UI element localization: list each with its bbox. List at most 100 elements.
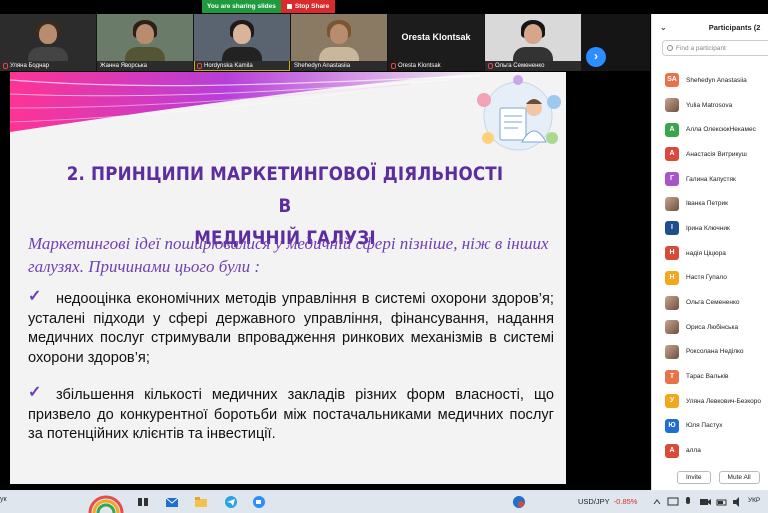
participant-name: Shehedyn Anastasiia bbox=[686, 76, 747, 84]
participant-avatar: Т bbox=[665, 369, 679, 384]
video-tile-name: Жанна Яворська bbox=[100, 63, 147, 69]
participant-avatar-photo bbox=[665, 344, 679, 359]
volume-icon[interactable] bbox=[731, 495, 745, 509]
participant-video bbox=[485, 14, 581, 61]
participant-name: Уляна Левкович-Безкоро bbox=[686, 397, 761, 405]
checkmark-icon: ✓ bbox=[28, 384, 42, 401]
participant-name: Yulia Matrosova bbox=[686, 101, 733, 109]
stock-ticker[interactable]: USD/JPY -0.85% bbox=[578, 497, 637, 506]
video-tile-name: Hordynska Kamila bbox=[194, 61, 290, 71]
participant-avatar: SA bbox=[665, 73, 679, 88]
participants-footer: Invite Mute All bbox=[652, 464, 768, 490]
collapse-chevron-icon[interactable]: ⌄ bbox=[660, 23, 667, 32]
participant-row[interactable]: А Анастасія Витрикуш bbox=[652, 142, 768, 167]
participant-row[interactable]: Ннадія Ціцюра bbox=[652, 241, 768, 266]
muted-mic-icon bbox=[488, 63, 493, 69]
participant-row[interactable]: Іванка Петрик bbox=[652, 191, 768, 216]
participant-avatar: Н bbox=[665, 270, 679, 285]
video-tile-name: Ольга Семененко bbox=[485, 61, 581, 71]
participant-avatar: У bbox=[665, 394, 679, 409]
participant-avatar-photo bbox=[665, 196, 679, 211]
participant-row[interactable]: Аалла bbox=[652, 438, 768, 463]
video-tile-big-name: Oresta Klontsak bbox=[401, 32, 471, 42]
weather-widget-icon[interactable] bbox=[86, 491, 126, 513]
stop-share-button[interactable]: Stop Share bbox=[280, 0, 336, 13]
participant-row[interactable]: Т Тарас Вальків bbox=[652, 364, 768, 389]
ticker-symbol: USD/JPY bbox=[578, 497, 610, 506]
participant-avatar-photo bbox=[665, 98, 679, 113]
video-tile[interactable]: Oresta Klontsak Oresta Klontsak bbox=[388, 14, 484, 71]
stop-icon bbox=[286, 4, 292, 9]
participant-name: алла bbox=[686, 447, 701, 455]
video-tile[interactable]: Shehedyn Anastasiia bbox=[291, 14, 387, 71]
participant-row[interactable]: Ю Юля Пастух bbox=[652, 414, 768, 439]
participant-video bbox=[194, 14, 290, 61]
participant-row[interactable]: SA Shehedyn Anastasiia bbox=[652, 68, 768, 93]
sharing-status: You are sharing slides bbox=[202, 0, 281, 13]
participant-name: Галина Капустяк bbox=[686, 175, 736, 183]
slide-bullet: ✓ збільшення кількості медичних закладів… bbox=[28, 384, 554, 442]
muted-mic-icon bbox=[391, 63, 396, 69]
network-icon[interactable] bbox=[666, 495, 680, 509]
participant-avatar-photo bbox=[665, 295, 679, 310]
mute-all-button[interactable]: Mute All bbox=[718, 470, 760, 484]
participants-panel: ⌄ Participants (2 Find a participant SA S… bbox=[651, 14, 768, 490]
video-strip: Уляна Боднар Жанна Яворська Hordynska Ka… bbox=[0, 14, 650, 71]
participant-row[interactable]: Yulia Matrosova bbox=[652, 93, 768, 118]
participant-name: Тарас Вальків bbox=[686, 373, 729, 381]
doctor-illustration bbox=[477, 75, 561, 151]
chevron-up-icon[interactable] bbox=[650, 495, 664, 509]
participant-video bbox=[0, 14, 96, 61]
participant-row[interactable]: Ориса Любінська bbox=[652, 315, 768, 340]
participant-name: Ольга Семененко bbox=[686, 299, 740, 307]
participant-row[interactable]: Н Настя Гупало bbox=[652, 266, 768, 291]
next-page-icon[interactable]: › bbox=[586, 47, 606, 67]
participant-avatar-photo bbox=[665, 320, 679, 335]
participant-row[interactable]: Роксолана Неділко bbox=[652, 340, 768, 365]
slide-bullet: ✓ недооцінка економічних методів управлі… bbox=[28, 288, 554, 366]
invite-button[interactable]: Invite bbox=[677, 470, 711, 484]
checkmark-icon: ✓ bbox=[28, 288, 42, 305]
participant-name: Юля Пастух bbox=[686, 422, 723, 430]
participant-avatar: Н bbox=[665, 246, 679, 261]
participant-name: Роксолана Неділко bbox=[686, 348, 744, 356]
sharing-banner: You are sharing slides Stop Share bbox=[202, 0, 336, 13]
participants-list: SA Shehedyn Anastasiia Yulia Matrosova А Алл… bbox=[652, 68, 768, 463]
search-icon bbox=[667, 45, 673, 51]
participant-row[interactable]: А Алла ОлексюкНекамес bbox=[652, 117, 768, 142]
ticker-change: -0.85% bbox=[613, 497, 638, 506]
video-tile[interactable]: Ольга Семененко bbox=[485, 14, 581, 71]
video-tile[interactable]: Уляна Боднар bbox=[0, 14, 96, 71]
participant-row[interactable]: Ольга Семененко bbox=[652, 290, 768, 315]
zoom-app-icon[interactable] bbox=[252, 495, 266, 509]
participant-row[interactable]: У Уляна Левкович-Безкоро bbox=[652, 389, 768, 414]
video-tile-active-speaker[interactable]: Hordynska Kamila bbox=[194, 14, 290, 71]
camera-icon[interactable] bbox=[698, 495, 712, 509]
participant-search-input[interactable]: Find a participant bbox=[662, 40, 768, 56]
video-tile-name: Уляна Боднар bbox=[0, 61, 96, 71]
participant-avatar: А bbox=[665, 122, 679, 137]
video-tile[interactable]: Жанна Яворська bbox=[97, 14, 193, 71]
stop-share-label: Stop Share bbox=[294, 3, 330, 10]
participant-row[interactable]: І Ірина Ключник bbox=[652, 216, 768, 241]
participant-name: Ориса Любінська bbox=[686, 323, 739, 331]
participant-name: Анастасія Витрикуш bbox=[686, 150, 747, 158]
file-explorer-icon[interactable] bbox=[194, 495, 208, 509]
participant-name: Алла ОлексюкНекамес bbox=[686, 126, 756, 134]
participant-video bbox=[97, 14, 193, 61]
browser-icon[interactable] bbox=[512, 495, 526, 509]
participant-avatar: Ю bbox=[665, 418, 679, 433]
participant-avatar: І bbox=[665, 221, 679, 236]
mail-icon[interactable] bbox=[165, 495, 179, 509]
language-indicator[interactable]: УКР bbox=[748, 497, 760, 504]
task-view-icon[interactable] bbox=[136, 495, 150, 509]
microphone-icon[interactable] bbox=[681, 495, 695, 509]
video-tile-name: Oresta Klontsak bbox=[388, 61, 484, 71]
telegram-icon[interactable] bbox=[224, 495, 238, 509]
taskbar-search-fragment[interactable]: ук bbox=[0, 496, 7, 503]
muted-mic-icon bbox=[197, 63, 202, 69]
battery-icon[interactable] bbox=[715, 495, 729, 509]
slide-ribbon-decoration bbox=[10, 72, 490, 132]
participants-title: Participants (2 bbox=[708, 22, 761, 32]
participant-row[interactable]: Г Галина Капустяк bbox=[652, 167, 768, 192]
